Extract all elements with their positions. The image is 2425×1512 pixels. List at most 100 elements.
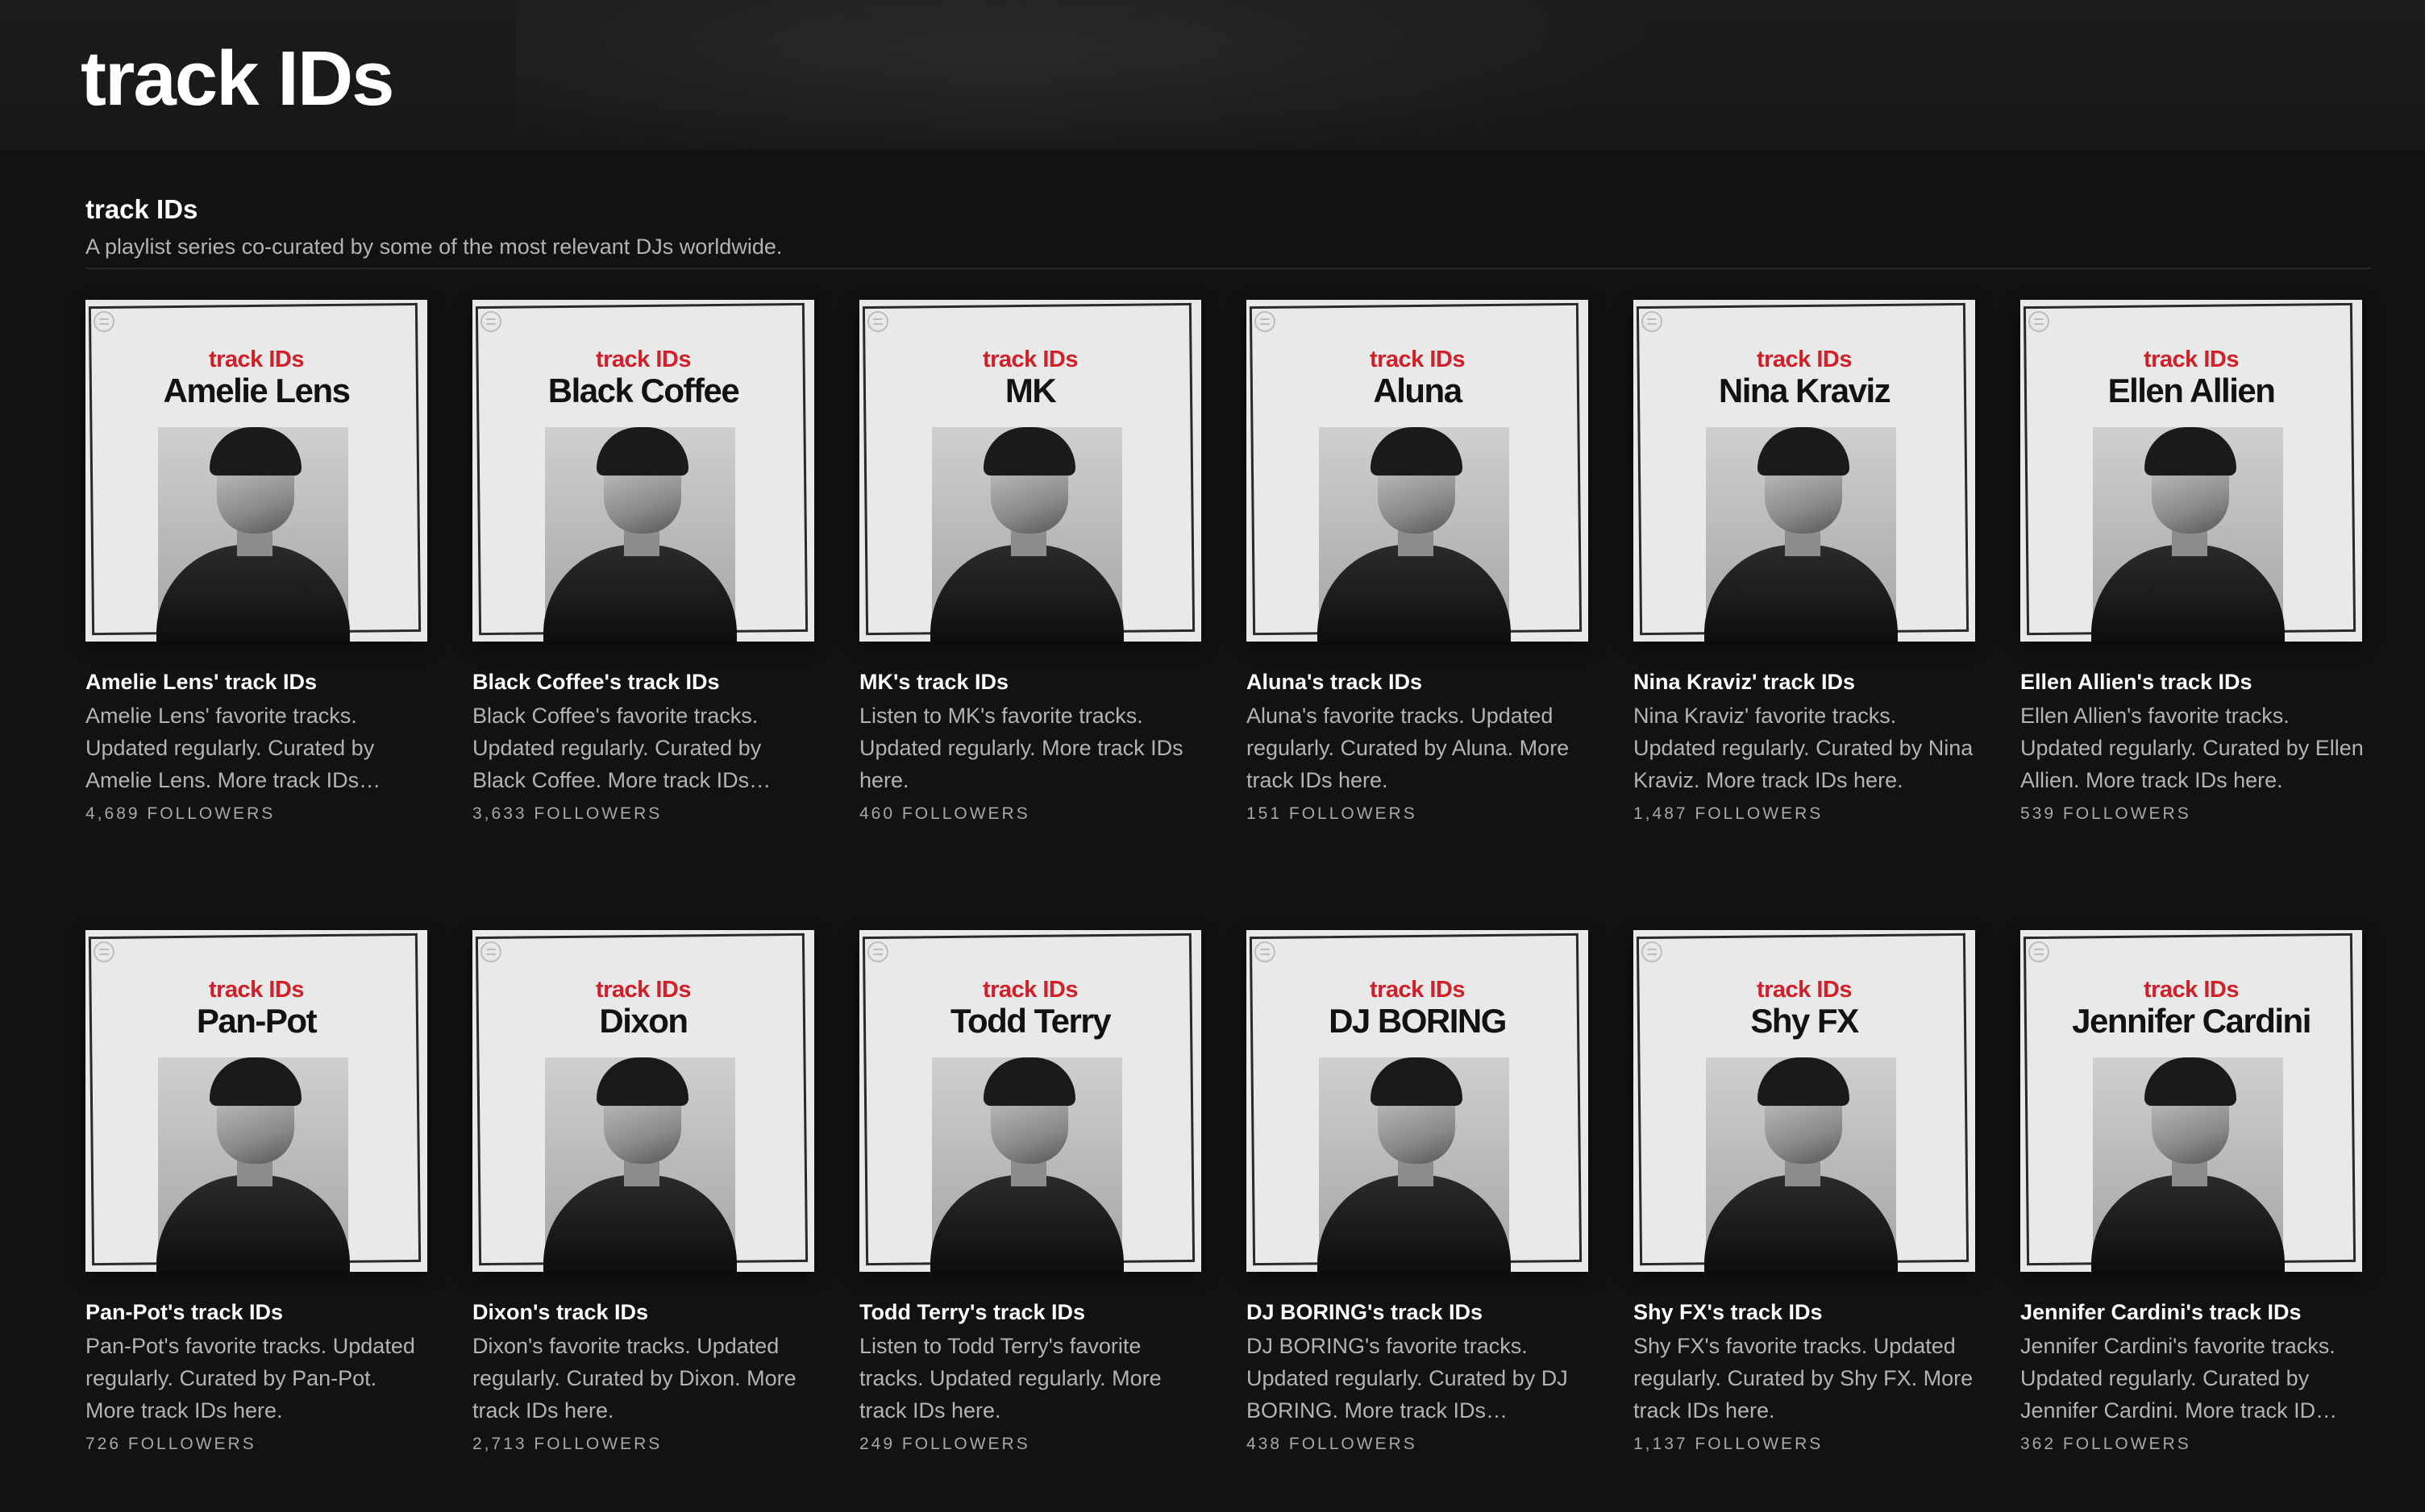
- artist-photo: [1317, 427, 1511, 642]
- playlist-description: Pan-Pot's favorite tracks. Updated regul…: [85, 1334, 415, 1423]
- playlist-description: Shy FX's favorite tracks. Updated regula…: [1633, 1334, 1974, 1423]
- playlist-title[interactable]: Ellen Allien's track IDs: [2020, 667, 2362, 696]
- playlist-title[interactable]: Nina Kraviz' track IDs: [1633, 667, 1975, 696]
- playlist-cover[interactable]: track IDs Dixon: [472, 930, 814, 1272]
- section-description: A playlist series co-curated by some of …: [85, 235, 783, 259]
- playlist-title[interactable]: Jennifer Cardini's track IDs: [2020, 1298, 2362, 1327]
- cover-artist-name: Jennifer Cardini: [2072, 1002, 2311, 1040]
- playlist-cover[interactable]: track IDs Amelie Lens: [85, 300, 427, 642]
- playlist-followers: 249 FOLLOWERS: [859, 1435, 1030, 1453]
- artist-photo: [156, 427, 350, 642]
- spotify-logo-icon: [94, 311, 114, 332]
- spotify-logo-icon: [94, 941, 114, 962]
- playlist-followers: 2,713 FOLLOWERS: [472, 1435, 663, 1453]
- playlist-cover[interactable]: track IDs Ellen Allien: [2020, 300, 2362, 642]
- artist-photo: [543, 1057, 737, 1272]
- playlist-followers: 3,633 FOLLOWERS: [472, 804, 663, 823]
- playlist-cover[interactable]: track IDs Black Coffee: [472, 300, 814, 642]
- spotify-logo-icon: [1254, 311, 1275, 332]
- cover-artist-name: Pan-Pot: [196, 1002, 318, 1040]
- playlist-description: Dixon's favorite tracks. Updated regular…: [472, 1334, 797, 1423]
- playlist-card[interactable]: track IDs Amelie Lens Amelie Lens' track…: [85, 300, 427, 882]
- cover-artist-name: DJ BORING: [1329, 1002, 1507, 1040]
- playlist-followers: 151 FOLLOWERS: [1246, 804, 1417, 823]
- playlist-title[interactable]: Shy FX's track IDs: [1633, 1298, 1975, 1327]
- playlist-card[interactable]: track IDs Shy FX Shy FX's track IDs Shy …: [1633, 930, 1975, 1512]
- playlist-cover[interactable]: track IDs Nina Kraviz: [1633, 300, 1975, 642]
- playlist-cover[interactable]: track IDs MK: [859, 300, 1201, 642]
- spotify-logo-icon: [2028, 311, 2049, 332]
- playlist-card[interactable]: track IDs Nina Kraviz Nina Kraviz' track…: [1633, 300, 1975, 882]
- playlist-followers: 460 FOLLOWERS: [859, 804, 1030, 823]
- playlist-title[interactable]: DJ BORING's track IDs: [1246, 1298, 1588, 1327]
- playlist-description: Aluna's favorite tracks. Updated regular…: [1246, 704, 1570, 792]
- playlist-card[interactable]: track IDs Todd Terry Todd Terry's track …: [859, 930, 1201, 1512]
- cover-brand: track IDs: [208, 347, 305, 372]
- cover-brand: track IDs: [208, 977, 305, 1003]
- cover-artist-name: Dixon: [599, 1002, 688, 1040]
- spotify-logo-icon: [480, 311, 501, 332]
- cover-brand: track IDs: [1369, 347, 1466, 372]
- cover-artist-name: Aluna: [1373, 372, 1462, 409]
- section-divider: [85, 268, 2372, 269]
- cover-brand: track IDs: [1756, 977, 1853, 1003]
- playlist-card[interactable]: track IDs DJ BORING DJ BORING's track ID…: [1246, 930, 1588, 1512]
- playlist-followers: 539 FOLLOWERS: [2020, 804, 2191, 823]
- artist-photo: [543, 427, 737, 642]
- spotify-logo-icon: [1641, 941, 1662, 962]
- playlist-card[interactable]: track IDs Black Coffee Black Coffee's tr…: [472, 300, 814, 882]
- playlist-title[interactable]: Dixon's track IDs: [472, 1298, 814, 1327]
- playlist-title[interactable]: MK's track IDs: [859, 667, 1201, 696]
- playlist-title[interactable]: Todd Terry's track IDs: [859, 1298, 1201, 1327]
- playlist-card[interactable]: track IDs Pan-Pot Pan-Pot's track IDs Pa…: [85, 930, 427, 1512]
- playlist-cover[interactable]: track IDs Pan-Pot: [85, 930, 427, 1272]
- spotify-logo-icon: [867, 941, 888, 962]
- playlist-card[interactable]: track IDs Ellen Allien Ellen Allien's tr…: [2020, 300, 2364, 882]
- cover-brand: track IDs: [2143, 347, 2240, 372]
- cover-artist-name: Shy FX: [1750, 1002, 1859, 1040]
- playlist-cover[interactable]: track IDs Todd Terry: [859, 930, 1201, 1272]
- spotify-logo-icon: [1254, 941, 1275, 962]
- header-background-image: [516, 0, 1725, 150]
- playlist-cover[interactable]: track IDs Shy FX: [1633, 930, 1975, 1272]
- cover-brand: track IDs: [2143, 977, 2240, 1003]
- playlist-cover[interactable]: track IDs Aluna: [1246, 300, 1588, 642]
- cover-brand: track IDs: [595, 977, 692, 1003]
- cover-brand: track IDs: [595, 347, 692, 372]
- playlist-description: Ellen Allien's favorite tracks. Updated …: [2020, 704, 2364, 792]
- playlist-cover[interactable]: track IDs DJ BORING: [1246, 930, 1588, 1272]
- artist-photo: [1317, 1057, 1511, 1272]
- artist-photo: [156, 1057, 350, 1272]
- playlist-description: Black Coffee's favorite tracks. Updated …: [472, 704, 772, 792]
- playlist-description: Listen to MK's favorite tracks. Updated …: [859, 704, 1183, 792]
- playlist-followers: 438 FOLLOWERS: [1246, 1435, 1417, 1453]
- playlist-title[interactable]: Amelie Lens' track IDs: [85, 667, 427, 696]
- spotify-logo-icon: [867, 311, 888, 332]
- playlist-card[interactable]: track IDs MK MK's track IDs Listen to MK…: [859, 300, 1201, 882]
- playlist-followers: 4,689 FOLLOWERS: [85, 804, 276, 823]
- artist-photo: [930, 427, 1124, 642]
- cover-artist-name: Amelie Lens: [163, 372, 351, 409]
- playlist-title[interactable]: Pan-Pot's track IDs: [85, 1298, 427, 1327]
- spotify-logo-icon: [1641, 311, 1662, 332]
- artist-photo: [2091, 1057, 2285, 1272]
- artist-photo: [1704, 1057, 1898, 1272]
- playlist-grid: track IDs Amelie Lens Amelie Lens' track…: [85, 300, 2391, 1512]
- cover-brand: track IDs: [1369, 977, 1466, 1003]
- cover-artist-name: Black Coffee: [547, 372, 740, 409]
- cover-brand: track IDs: [1756, 347, 1853, 372]
- cover-artist-name: Nina Kraviz: [1718, 372, 1891, 409]
- playlist-card[interactable]: track IDs Aluna Aluna's track IDs Aluna'…: [1246, 300, 1588, 882]
- section-title[interactable]: track IDs: [85, 192, 198, 227]
- playlist-title[interactable]: Black Coffee's track IDs: [472, 667, 814, 696]
- playlist-card[interactable]: track IDs Jennifer Cardini Jennifer Card…: [2020, 930, 2362, 1512]
- playlist-card[interactable]: track IDs Dixon Dixon's track IDs Dixon'…: [472, 930, 814, 1512]
- cover-artist-name: MK: [1005, 372, 1057, 409]
- page-title: track IDs: [81, 35, 395, 122]
- cover-artist-name: Ellen Allien: [2107, 372, 2276, 409]
- playlist-title[interactable]: Aluna's track IDs: [1246, 667, 1588, 696]
- artist-photo: [2091, 427, 2285, 642]
- playlist-followers: 726 FOLLOWERS: [85, 1435, 256, 1453]
- playlist-cover[interactable]: track IDs Jennifer Cardini: [2020, 930, 2362, 1272]
- playlist-followers: 1,137 FOLLOWERS: [1633, 1435, 1824, 1453]
